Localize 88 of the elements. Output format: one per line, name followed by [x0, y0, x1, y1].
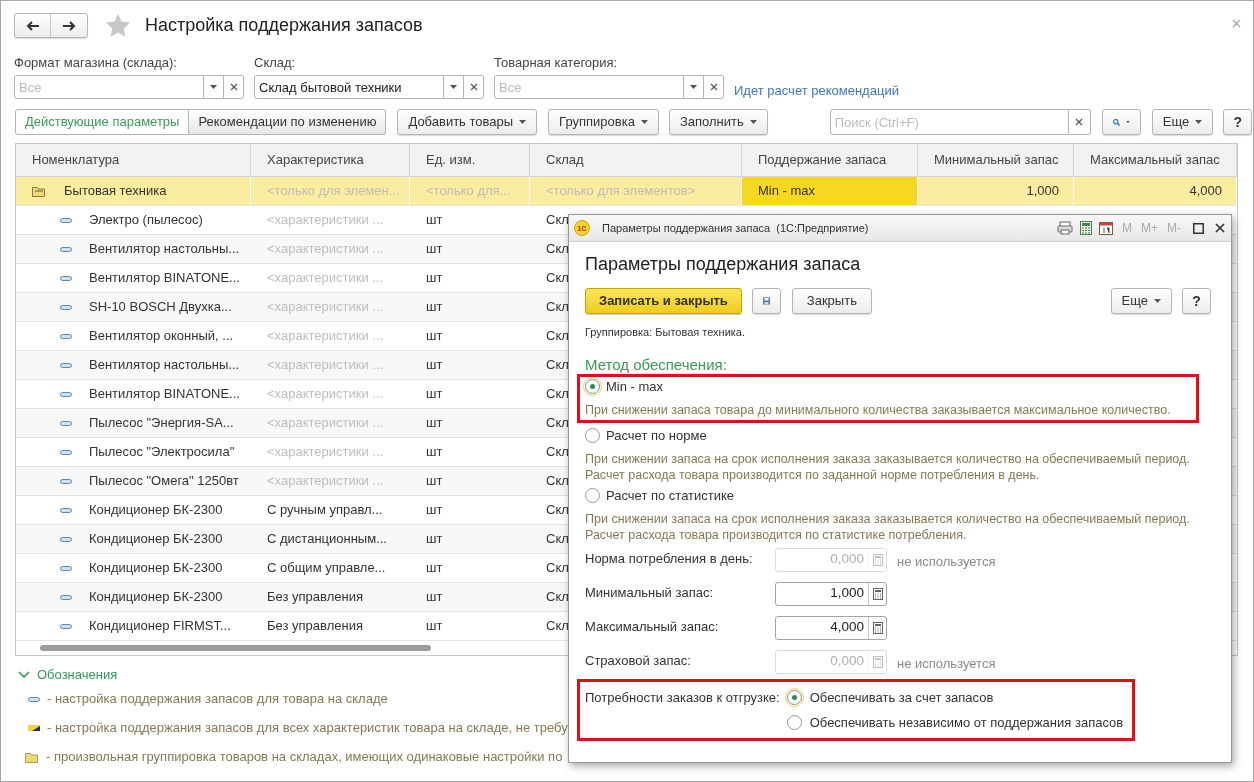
table-cell-text: Пылесос "Омега" 1250вт: [89, 472, 239, 491]
table-cell-text: шт: [426, 559, 443, 578]
table-cell-text: Скл: [546, 240, 569, 259]
legend-text: - настройка поддержания запасов для товара на складе: [47, 690, 388, 709]
field-label: Минимальный запас:: [585, 583, 715, 602]
table-cell-text: Кондиционер БК-2300: [89, 501, 223, 520]
field-label: Формат магазина (склада):: [14, 54, 178, 71]
table-cell-text: шт: [426, 356, 443, 375]
dialog-title: Параметры поддержания запаса: [585, 253, 862, 275]
table-cell-text: Скл: [546, 443, 569, 462]
dialog-window-title: Параметры поддержания запаса (1С:Предприятие): [602, 220, 869, 236]
table-cell-text: шт: [426, 472, 443, 491]
table-cell-text: шт: [426, 530, 443, 549]
table-cell-text: <только для элементов>: [546, 182, 696, 201]
table-cell-text: шт: [426, 617, 443, 636]
table-cell-text: шт: [426, 327, 443, 346]
table-cell-text: Электро (пылесос): [89, 211, 203, 230]
window-title: Настройка поддержания запасов: [145, 14, 423, 37]
table-cell-text: шт: [426, 443, 443, 462]
table-cell-text: Вентилятор BINATONE...: [89, 269, 240, 288]
table-cell-text: <только для...: [426, 182, 511, 201]
table-cell-text: Вентилятор BINATONE...: [89, 385, 240, 404]
table-cell-text: Min - max: [758, 182, 816, 201]
table-cell-text: Скл: [546, 269, 569, 288]
table-cell-text: <характеристики ...: [267, 414, 384, 433]
table-cell-text: Скл: [546, 559, 569, 578]
table-cell-text: шт: [426, 588, 443, 607]
table-cell-text: Скл: [546, 298, 569, 317]
table-cell-text: Скл: [546, 617, 569, 636]
table-cell-text: шт: [426, 240, 443, 259]
table-cell-text: Скл: [546, 327, 569, 346]
table-cell-text: Скл: [546, 414, 569, 433]
table-cell-text: <характеристики ...: [267, 443, 384, 462]
table-cell-text: шт: [426, 211, 443, 230]
table-cell-text: шт: [426, 385, 443, 404]
table-cell-text: Скл: [546, 356, 569, 375]
table-cell-text: 1,000: [1026, 182, 1059, 201]
field-label: Товарная категория:: [494, 54, 619, 71]
table-cell-text: С общим управле...: [267, 559, 386, 578]
table-cell-text: Без управления: [267, 617, 363, 636]
method-description: При снижении запаса на срок исполнения заказа заказывается количество на обеспечиваемый период. Расчет расхода товара производится по статистике потребления.: [585, 510, 1191, 543]
table-cell-text: <характеристики ...: [267, 298, 384, 317]
table-cell-text: <характеристики ...: [267, 240, 384, 259]
field-label: Норма потребления в день:: [585, 549, 754, 568]
table-cell-text: Скл: [546, 501, 569, 520]
grouping-note: Группировка: Бытовая техника.: [585, 325, 746, 340]
table-cell-text: Вентилятор настольны...: [89, 240, 240, 259]
table-cell-text: Скл: [546, 385, 569, 404]
section-heading: Метод обеспечения:: [585, 355, 728, 374]
legend-text: - настройка поддержания запасов для всех характеристик товара на складе, не требу: [47, 719, 568, 738]
table-cell-text: Без управления: [267, 588, 363, 607]
table-cell-text: шт: [426, 269, 443, 288]
table-cell-text: Скл: [546, 530, 569, 549]
legend-text: - произвольная группировка товаров на складах, имеющих одинаковые настройки по: [46, 748, 563, 767]
table-cell-text: <характеристики ...: [267, 269, 384, 288]
table-cell-text: Кондиционер FIRMST...: [89, 617, 231, 636]
table-cell-text: <характеристики ...: [267, 356, 384, 375]
table-cell-text: шт: [426, 414, 443, 433]
field-label: Максимальный запас:: [585, 617, 720, 636]
table-cell-text: Пылесос "Электросила": [89, 443, 235, 462]
table-cell-text: шт: [426, 501, 443, 520]
table-cell-text: Кондиционер БК-2300: [89, 559, 223, 578]
table-cell-text: Вентилятор оконный, ...: [89, 327, 234, 346]
table-cell-text: <характеристики ...: [267, 211, 384, 230]
method-description: При снижении запаса товара до минимального количества заказывается максимальное количество.: [585, 401, 1172, 418]
table-cell-text: Вентилятор настольны...: [89, 356, 240, 375]
field-label: Страховой запас:: [585, 651, 692, 670]
table-cell-text: 4,000: [1189, 182, 1222, 201]
table-cell-text: <только для элемен...: [267, 182, 400, 201]
table-cell-text: <характеристики ...: [267, 472, 384, 491]
table-cell-text: Скл: [546, 211, 569, 230]
table-cell-text: Скл: [546, 472, 569, 491]
method-description: При снижении запаса на срок исполнения заказа заказывается количество на обеспечиваемый период. Расчет расхода товара производится по заданной норме потребления в день.: [585, 450, 1191, 483]
table-cell-text: Скл: [546, 588, 569, 607]
table-cell-text: шт: [426, 298, 443, 317]
table-cell-text: Пылесос "Энергия-SA...: [89, 414, 234, 433]
table-cell-text: С дистанционным...: [267, 530, 387, 549]
table-cell-text: Кондиционер БК-2300: [89, 588, 223, 607]
table-cell-text: SH-10 BOSCH Двухка...: [89, 298, 232, 317]
field-note: не используется: [897, 552, 996, 571]
table-cell-text: С ручным управл...: [267, 501, 383, 520]
field-note: не используется: [897, 654, 996, 673]
table-cell-text: <характеристики ...: [267, 385, 384, 404]
table-cell-text: Кондиционер БК-2300: [89, 530, 223, 549]
table-cell-text: <характеристики ...: [267, 327, 384, 346]
table-cell-text: Бытовая техника: [64, 182, 167, 201]
field-label: Потребности заказов к отгрузке:: [585, 688, 780, 707]
field-label: Склад:: [254, 54, 297, 71]
